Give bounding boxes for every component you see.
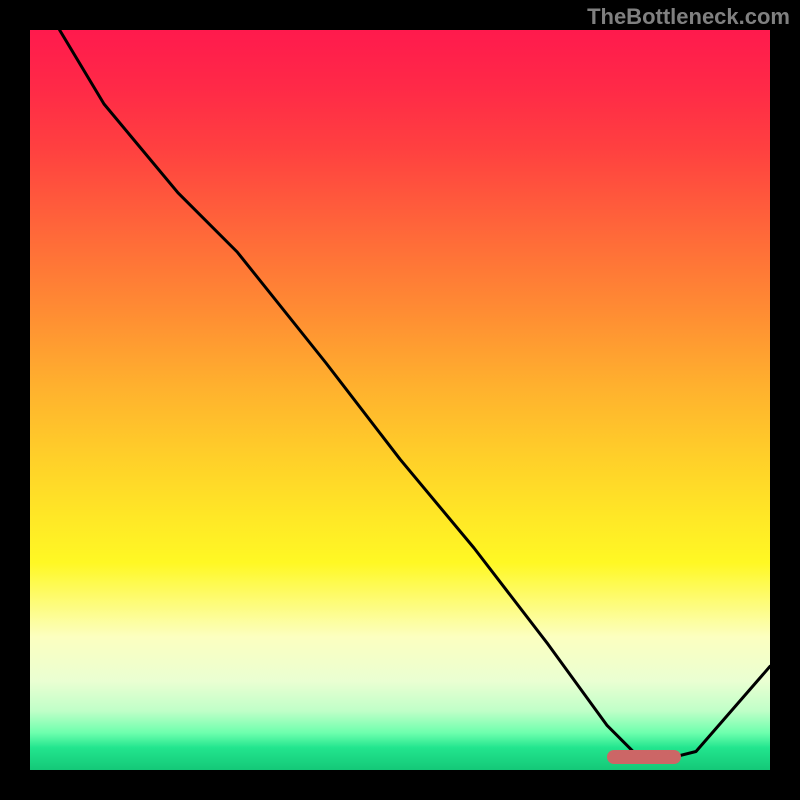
- optimal-marker: [607, 750, 681, 764]
- curve-svg: [30, 30, 770, 770]
- bottleneck-curve-path: [60, 30, 770, 759]
- plot-area: [30, 30, 770, 770]
- watermark-text: TheBottleneck.com: [587, 4, 790, 30]
- chart-frame: TheBottleneck.com: [0, 0, 800, 800]
